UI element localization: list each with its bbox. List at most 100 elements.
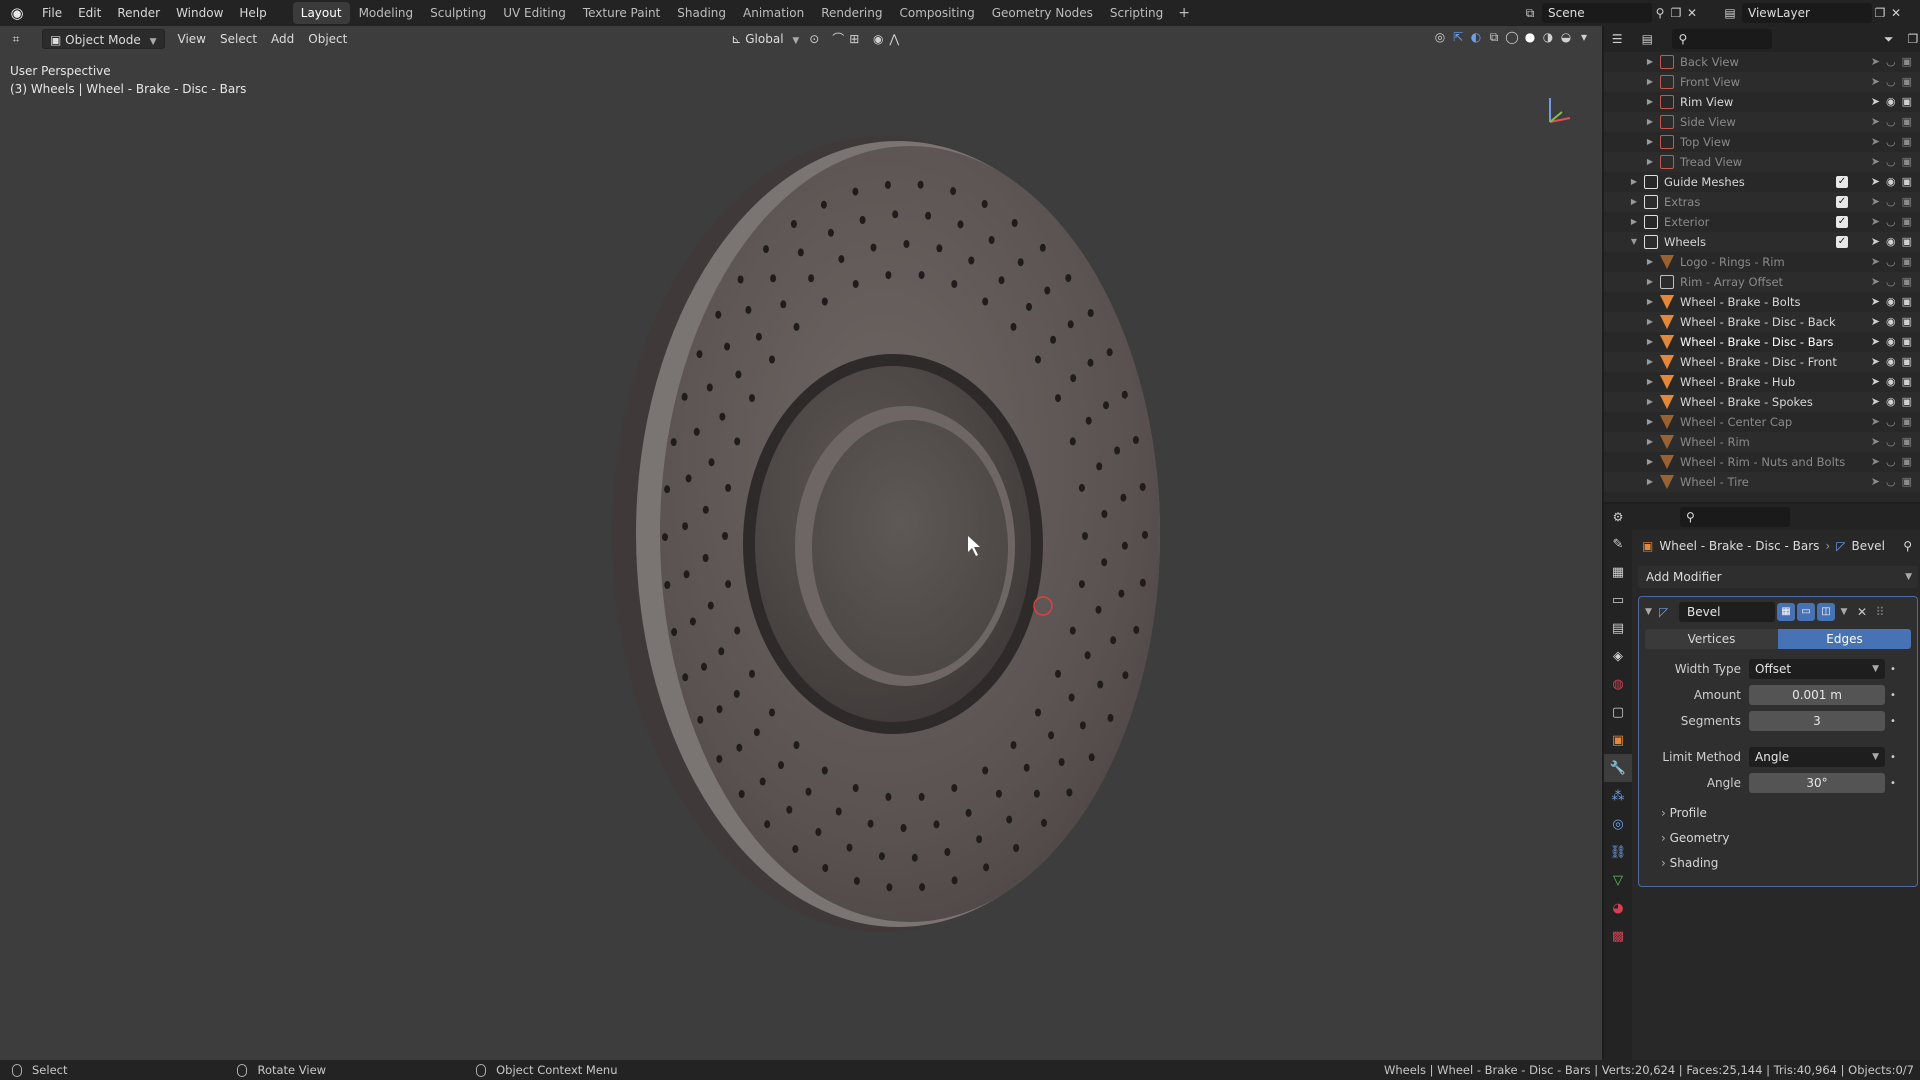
tab-shading[interactable]: Shading [669, 2, 734, 24]
outliner-row[interactable]: ▶ Wheel - Brake - Bolts ➤ ◉ ▣ [1604, 292, 1920, 312]
angle-field[interactable]: 30° [1749, 773, 1885, 793]
select-arrow-icon[interactable]: ➤ [1871, 52, 1880, 72]
camera-icon[interactable]: ▣ [1902, 192, 1912, 212]
keyframe-dot-icon[interactable]: • [1885, 690, 1901, 701]
camera-icon[interactable]: ▣ [1902, 52, 1912, 72]
outliner-row[interactable]: ▶ Wheel - Brake - Disc - Front ➤ ◉ ▣ [1604, 352, 1920, 372]
outliner-row[interactable]: ▶ Wheel - Tire ➤ ◡ ▣ [1604, 472, 1920, 492]
select-arrow-icon[interactable]: ➤ [1871, 312, 1880, 332]
editor-type-icon[interactable]: ⌗ [8, 31, 24, 47]
pin-icon[interactable]: ⚲ [1903, 539, 1912, 553]
select-arrow-icon[interactable]: ➤ [1871, 352, 1880, 372]
camera-icon[interactable]: ▣ [1902, 372, 1912, 392]
modifier-name-input[interactable]: Bevel [1679, 602, 1775, 622]
viewport-menu-object[interactable]: Object [301, 29, 354, 49]
exclude-checkbox[interactable]: ✓ [1836, 236, 1848, 248]
expand-icon[interactable]: ▶ [1644, 372, 1656, 392]
eye-icon[interactable]: ◡ [1886, 72, 1896, 92]
tab-layout[interactable]: Layout [292, 2, 350, 24]
select-arrow-icon[interactable]: ➤ [1871, 432, 1880, 452]
eye-icon[interactable]: ◡ [1886, 132, 1896, 152]
eye-icon[interactable]: ◉ [1886, 232, 1896, 252]
camera-icon[interactable]: ▣ [1902, 412, 1912, 432]
proportional-edit-icon[interactable]: ◉ [870, 31, 886, 47]
viewport-menu-select[interactable]: Select [213, 29, 264, 49]
exclude-checkbox[interactable]: ✓ [1836, 216, 1848, 228]
pin-icon[interactable]: ⚲ [1652, 5, 1668, 21]
select-arrow-icon[interactable]: ➤ [1871, 372, 1880, 392]
editor-type-icon[interactable]: ⚙ [1610, 509, 1626, 525]
select-arrow-icon[interactable]: ➤ [1871, 292, 1880, 312]
render-toggle-icon[interactable]: ◫ [1817, 603, 1835, 621]
segments-field[interactable]: 3 [1749, 711, 1885, 731]
expand-icon[interactable]: ▶ [1644, 92, 1656, 112]
collection-tab-icon[interactable]: ▢ [1604, 698, 1632, 726]
modifier-tab-icon[interactable]: 🔧 [1604, 754, 1632, 782]
eye-icon[interactable]: ◡ [1886, 192, 1896, 212]
camera-icon[interactable]: ▣ [1902, 432, 1912, 452]
outliner-row[interactable]: ▶ Wheel - Brake - Hub ➤ ◉ ▣ [1604, 372, 1920, 392]
expand-icon[interactable]: ▶ [1644, 452, 1656, 472]
amount-field[interactable]: 0.001 m [1749, 685, 1885, 705]
eye-icon[interactable]: ◉ [1886, 352, 1896, 372]
select-arrow-icon[interactable]: ➤ [1871, 232, 1880, 252]
select-arrow-icon[interactable]: ➤ [1871, 92, 1880, 112]
expand-icon[interactable]: ▶ [1644, 332, 1656, 352]
select-arrow-icon[interactable]: ➤ [1871, 472, 1880, 492]
remove-modifier-icon[interactable]: ✕ [1853, 605, 1871, 619]
outliner-row[interactable]: ▶ Logo - Rings - Rim ➤ ◡ ▣ [1604, 252, 1920, 272]
subpanel-geometry[interactable]: › Geometry [1645, 826, 1911, 851]
eye-icon[interactable]: ◡ [1886, 212, 1896, 232]
camera-icon[interactable]: ▣ [1902, 212, 1912, 232]
expand-icon[interactable]: ▶ [1644, 312, 1656, 332]
particles-tab-icon[interactable]: ⁂ [1604, 782, 1632, 810]
eye-icon[interactable]: ◡ [1886, 52, 1896, 72]
view-layer-name[interactable]: ViewLayer [1742, 3, 1872, 23]
eye-icon[interactable]: ◉ [1886, 292, 1896, 312]
rendered-shading-icon[interactable]: ◒ [1558, 29, 1574, 45]
outliner-row[interactable]: ▶ Wheel - Brake - Disc - Bars ➤ ◉ ▣ [1604, 332, 1920, 352]
tab-rendering[interactable]: Rendering [813, 2, 890, 24]
width-type-dropdown[interactable]: Offset ▼ [1749, 659, 1885, 679]
eye-icon[interactable]: ◡ [1886, 112, 1896, 132]
collapse-icon[interactable]: ▼ [1645, 607, 1659, 617]
limit-method-dropdown[interactable]: Angle ▼ [1749, 747, 1885, 767]
properties-search-input[interactable]: ⚲ [1680, 507, 1790, 527]
drag-handle-icon[interactable]: ⠿ [1871, 605, 1889, 619]
tab-sculpting[interactable]: Sculpting [422, 2, 494, 24]
expand-icon[interactable]: ▶ [1644, 292, 1656, 312]
outliner-row[interactable]: ▶ Back View ➤ ◡ ▣ [1604, 52, 1920, 72]
select-arrow-icon[interactable]: ➤ [1871, 192, 1880, 212]
pivot-icon[interactable]: ⊙ [806, 31, 822, 47]
scene-tab-icon[interactable]: ◈ [1604, 642, 1632, 670]
new-scene-icon[interactable]: ❐ [1668, 5, 1684, 21]
outliner-search-input[interactable]: ⚲ [1672, 29, 1772, 49]
camera-icon[interactable]: ▣ [1902, 472, 1912, 492]
outliner-row[interactable]: ▶ Guide Meshes ✓ ➤ ◉ ▣ [1604, 172, 1920, 192]
select-arrow-icon[interactable]: ➤ [1871, 452, 1880, 472]
add-workspace-icon[interactable]: + [1172, 5, 1196, 21]
camera-icon[interactable]: ▣ [1902, 252, 1912, 272]
menu-render[interactable]: Render [109, 2, 168, 24]
eye-icon[interactable]: ◉ [1886, 92, 1896, 112]
outliner-row[interactable]: ▶ Wheel - Rim - Nuts and Bolts ➤ ◡ ▣ [1604, 452, 1920, 472]
eye-icon[interactable]: ◉ [1886, 392, 1896, 412]
tab-compositing[interactable]: Compositing [891, 2, 982, 24]
select-arrow-icon[interactable]: ➤ [1871, 252, 1880, 272]
outliner-row[interactable]: ▶ Wheel - Brake - Spokes ➤ ◉ ▣ [1604, 392, 1920, 412]
select-arrow-icon[interactable]: ➤ [1871, 392, 1880, 412]
viewport-toggle-icon[interactable]: ▭ [1797, 603, 1815, 621]
material-shading-icon[interactable]: ◑ [1540, 29, 1556, 45]
tab-uv-editing[interactable]: UV Editing [495, 2, 574, 24]
transform-orientation-dropdown[interactable]: ⊾ Global ▼ [724, 29, 806, 49]
world-tab-icon[interactable]: ◍ [1604, 670, 1632, 698]
exclude-checkbox[interactable]: ✓ [1836, 176, 1848, 188]
expand-icon[interactable]: ▶ [1644, 412, 1656, 432]
expand-icon[interactable]: ▶ [1644, 472, 1656, 492]
eye-icon[interactable]: ◡ [1886, 452, 1896, 472]
select-arrow-icon[interactable]: ➤ [1871, 152, 1880, 172]
outliner-row[interactable]: ▶ Tread View ➤ ◡ ▣ [1604, 152, 1920, 172]
outliner-row[interactable]: ▼ Wheels ✓ ➤ ◉ ▣ [1604, 232, 1920, 252]
visibility-icon[interactable]: ◎ [1432, 29, 1448, 45]
new-view-layer-icon[interactable]: ❐ [1872, 5, 1888, 21]
